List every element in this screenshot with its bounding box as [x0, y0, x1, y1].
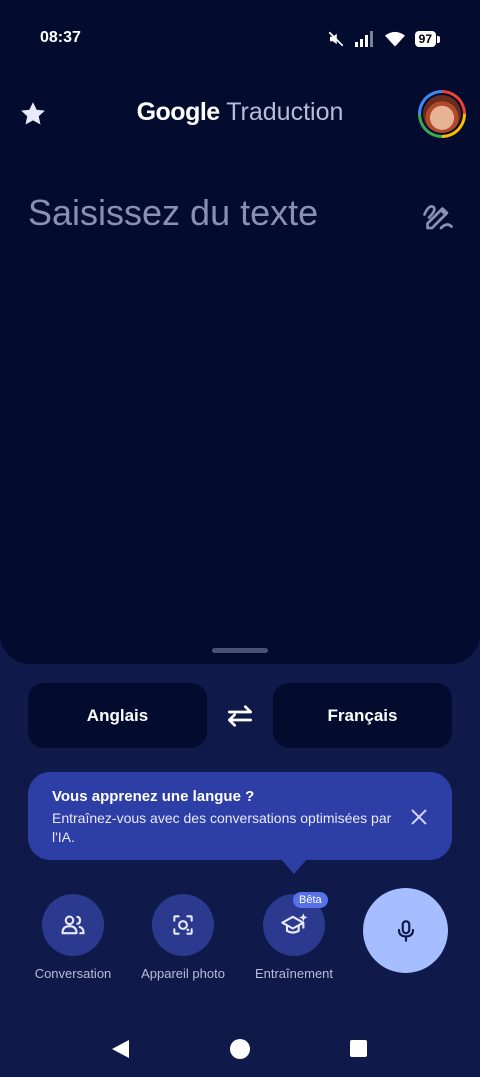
drag-handle[interactable] [212, 648, 268, 653]
avatar[interactable] [418, 90, 466, 138]
close-icon[interactable] [408, 806, 430, 828]
microphone-button[interactable] [363, 888, 448, 973]
graduation-cap-icon [281, 913, 308, 934]
home-icon[interactable] [230, 1039, 250, 1059]
status-time: 08:37 [40, 29, 81, 46]
people-icon [61, 915, 85, 935]
target-language-button[interactable]: Français [273, 683, 452, 748]
practice-button[interactable]: Bêta Entraînement [239, 892, 349, 981]
conversation-label: Conversation [34, 966, 112, 981]
battery-icon: 97 [414, 31, 440, 47]
practice-label: Entraînement [254, 966, 334, 981]
recent-apps-icon[interactable] [350, 1040, 367, 1057]
title-product: Traduction [226, 98, 344, 126]
text-input[interactable]: Saisissez du texte [28, 192, 318, 234]
battery-level: 97 [414, 31, 436, 47]
wifi-icon [384, 31, 405, 47]
beta-badge: Bêta [293, 892, 328, 908]
title-brand: Google [136, 98, 221, 126]
source-language-button[interactable]: Anglais [28, 683, 207, 748]
signal-icon [354, 31, 373, 47]
practice-tooltip: Vous apprenez une langue ? Entraînez-vou… [28, 772, 452, 860]
navigation-bar [0, 1020, 480, 1077]
back-icon[interactable] [110, 1039, 130, 1059]
tooltip-arrow [280, 858, 308, 874]
status-bar: 08:37 97 [0, 0, 480, 70]
avatar-photo [423, 95, 461, 133]
microphone-icon [397, 919, 414, 942]
app-title: Google Traduction [0, 98, 480, 127]
camera-label: Appareil photo [141, 966, 225, 981]
swap-icon[interactable] [224, 700, 256, 732]
status-icons: 97 [327, 28, 440, 50]
lens-icon [173, 915, 193, 935]
mute-icon [328, 31, 343, 47]
tooltip-title: Vous apprenez une langue ? [52, 788, 255, 805]
handwrite-icon[interactable] [420, 198, 456, 234]
tooltip-body: Entraînez-vous avec des conversations op… [52, 810, 392, 845]
camera-button[interactable]: Appareil photo [128, 894, 238, 981]
conversation-button[interactable]: Conversation [18, 894, 128, 981]
